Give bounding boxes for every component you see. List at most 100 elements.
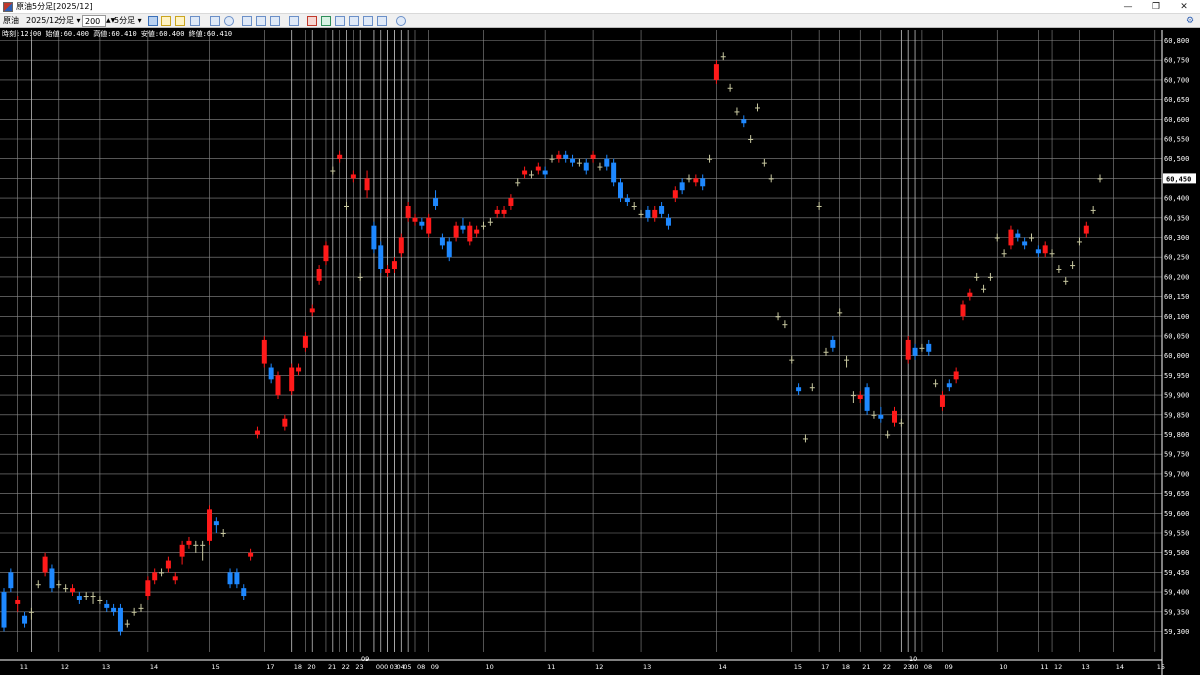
globe-icon[interactable] [224, 16, 234, 26]
line-draw-icon[interactable] [190, 16, 200, 26]
count-input[interactable]: 200 [82, 15, 106, 27]
candle-body [604, 158, 610, 167]
price-tick-label: 59,300 [1164, 628, 1189, 636]
app-icon [3, 2, 13, 12]
grid-icon[interactable] [242, 16, 252, 26]
candle-body [892, 410, 897, 423]
candle-body [8, 572, 14, 589]
candle-body [898, 422, 904, 424]
time-tick-label: 21 [862, 663, 870, 671]
candle-body [549, 158, 555, 160]
candle-body [707, 158, 713, 160]
candle-body [364, 178, 370, 191]
candle-body [570, 158, 576, 163]
bar-chart-icon[interactable] [289, 16, 299, 26]
candle-body [227, 572, 233, 585]
candle-body [302, 336, 308, 348]
candle-body [76, 596, 82, 600]
candle-body [830, 339, 836, 348]
candle-body [665, 217, 671, 226]
chart2-icon[interactable] [335, 16, 345, 26]
candle-body [1029, 237, 1034, 239]
cursor-icon[interactable] [148, 16, 158, 26]
price-tick-label: 60,650 [1164, 96, 1189, 104]
candle-body [433, 198, 439, 206]
zoom-icon[interactable] [210, 16, 220, 26]
candle-body [734, 111, 740, 113]
price-tick-label: 60,500 [1164, 155, 1189, 163]
candle-body [624, 198, 630, 203]
candle-body [487, 221, 493, 223]
pencil-icon[interactable] [175, 16, 185, 26]
candlestick-chart[interactable]: 60,800 60,750 60,700 60,650 60,600 60,550 60,5… [0, 28, 1200, 675]
price-tick-label: 59,450 [1164, 569, 1189, 577]
indicator-icon[interactable] [307, 16, 317, 26]
price-tick-label: 59,750 [1164, 451, 1189, 459]
restore-button[interactable]: ❐ [1142, 0, 1170, 14]
table-icon[interactable] [256, 16, 266, 26]
close-button[interactable]: ✕ [1170, 0, 1198, 14]
candle-body [131, 611, 137, 613]
candle-body [618, 182, 623, 199]
price-tick-label: 60,150 [1164, 293, 1189, 301]
chart1-icon[interactable] [321, 16, 331, 26]
time-tick-label: 05 [403, 663, 411, 671]
chart4-icon[interactable] [363, 16, 373, 26]
minimize-button[interactable]: — [1114, 0, 1142, 14]
candle-body [535, 166, 541, 171]
candle-body [289, 367, 295, 392]
candle-body [323, 245, 329, 262]
refresh-icon[interactable] [396, 16, 406, 26]
candle-body [528, 174, 534, 176]
price-axis: 60,800 60,750 60,700 60,650 60,600 60,550 60,5… [1163, 37, 1196, 636]
candle-body [138, 607, 144, 609]
candle-body [823, 351, 829, 353]
candle-body [939, 395, 945, 407]
toolbar: 原油 2025/12 分足 ▾ 200 ▲▼ 5分足 ▾ ⚙ [0, 14, 1200, 28]
candle-body [967, 292, 973, 297]
candle-body [254, 430, 260, 435]
candle-body [419, 221, 425, 226]
candle-body [775, 316, 781, 318]
candle-body [152, 572, 158, 581]
bar-type-select[interactable]: 分足 ▾ [58, 15, 81, 27]
time-tick-label: 11 [20, 663, 28, 671]
candle-body [761, 162, 767, 164]
candle-body [426, 217, 432, 234]
price-tick-label: 60,550 [1164, 136, 1189, 144]
candle-body [145, 580, 151, 597]
candle-body [563, 154, 569, 159]
chart3-icon[interactable] [349, 16, 359, 26]
candle-body [179, 544, 185, 557]
time-tick-label: 22 [883, 663, 891, 671]
time-tick-label: 10 [999, 663, 1007, 671]
candle-body [83, 596, 89, 598]
table2-icon[interactable] [270, 16, 280, 26]
hand-icon[interactable] [161, 16, 171, 26]
candle-body [104, 603, 110, 608]
candle-body [111, 607, 117, 612]
minimize-icon: — [1123, 2, 1133, 12]
ohlc-info: 時刻:12:00 始値:60.400 高値:60.410 安値:60.400 終… [2, 30, 233, 38]
candle-body [789, 359, 795, 361]
time-tick-label: 09 [431, 663, 439, 671]
price-tick-label: 59,400 [1164, 589, 1189, 597]
candle-body [1, 592, 7, 628]
candle-body [645, 209, 651, 218]
chart5-icon[interactable] [377, 16, 387, 26]
window-title: 原油5分足[2025/12] [16, 2, 93, 11]
time-tick-label: 18 [842, 663, 850, 671]
time-axis: 11 12 13 14 15 17 18 20 21 22 23 000 030405 08 09 10 11 1… [20, 655, 1165, 671]
time-tick-label: 00 [910, 663, 918, 671]
candle-body [522, 170, 528, 175]
time-tick-label: 13 [102, 663, 110, 671]
day-separators [30, 30, 916, 652]
time-tick-label: 08 [417, 663, 425, 671]
time-tick-label: 17 [821, 663, 829, 671]
settings-button[interactable]: ⚙ [1184, 15, 1196, 27]
candle-body [700, 178, 706, 187]
price-tick-label: 60,250 [1164, 254, 1189, 262]
interval-select[interactable]: 5分足 ▾ [114, 15, 142, 27]
candle-body [474, 229, 480, 234]
candle-body [720, 56, 726, 58]
